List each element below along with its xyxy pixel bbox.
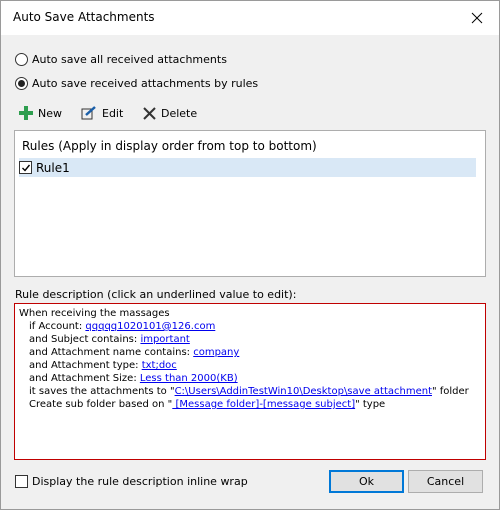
rule-description-box: When receiving the massages if Account: …: [14, 303, 486, 460]
radio-auto-save-by-rules[interactable]: Auto save received attachments by rules: [15, 77, 258, 90]
close-icon: [471, 12, 483, 24]
new-rule-button[interactable]: New: [19, 103, 62, 123]
subfolder-type-link[interactable]: [Message folder]-[message subject]: [172, 399, 355, 410]
title-bar: Auto Save Attachments: [1, 1, 499, 35]
atttype-prefix: and Attachment type:: [29, 360, 142, 371]
delete-label: Delete: [161, 106, 198, 120]
inline-wrap-checkbox[interactable]: [15, 475, 28, 488]
desc-line-attachment-size: and Attachment Size: Less than 2000(KB): [29, 373, 238, 384]
radio-auto-save-all[interactable]: Auto save all received attachments: [15, 53, 227, 66]
desc-line-account: if Account: qqqqq1020101@126.com: [29, 321, 215, 332]
rule-row-rule1[interactable]: Rule1: [19, 158, 476, 177]
desc-intro-text: When receiving the massages: [19, 308, 170, 319]
desc-line-save-folder: it saves the attachments to "C:\Users\Ad…: [29, 386, 469, 397]
rules-list[interactable]: Rules (Apply in display order from top t…: [14, 130, 486, 277]
rule1-checkbox[interactable]: [19, 161, 32, 174]
saves-prefix: it saves the attachments to ": [29, 386, 175, 397]
edit-rule-button[interactable]: Edit: [81, 103, 123, 123]
checkmark-icon: [21, 164, 30, 172]
radio-all-label: Auto save all received attachments: [32, 53, 227, 66]
account-prefix: if Account:: [29, 321, 86, 332]
inline-wrap-checkbox-row[interactable]: Display the rule description inline wrap: [15, 475, 248, 488]
radio-all-circle[interactable]: [15, 53, 28, 66]
new-label: New: [38, 106, 62, 120]
edit-icon: [81, 106, 96, 120]
desc-line-attachment-type: and Attachment type: txt;doc: [29, 360, 177, 371]
attsize-prefix: and Attachment Size:: [29, 373, 140, 384]
desc-line-intro: When receiving the massages: [19, 308, 170, 319]
ok-button[interactable]: Ok: [329, 470, 404, 493]
desc-line-subfolder: Create sub folder based on " [Message fo…: [29, 399, 385, 410]
radio-rules-circle[interactable]: [15, 77, 28, 90]
atttype-value-link[interactable]: txt;doc: [142, 360, 177, 371]
edit-label: Edit: [102, 106, 124, 120]
attname-value-link[interactable]: company: [193, 347, 239, 358]
rule-description-label: Rule description (click an underlined va…: [15, 288, 297, 301]
delete-rule-button[interactable]: Delete: [143, 103, 197, 123]
radio-rules-label: Auto save received attachments by rules: [32, 77, 259, 90]
subfolder-suffix: " type: [355, 399, 386, 410]
rules-list-header: Rules (Apply in display order from top t…: [22, 139, 317, 153]
auto-save-attachments-dialog: Auto Save Attachments Auto save all rece…: [0, 0, 500, 510]
rule1-label: Rule1: [36, 160, 70, 175]
delete-x-icon: [143, 106, 156, 120]
desc-line-attachment-name: and Attachment name contains: company: [29, 347, 239, 358]
subfolder-prefix: Create sub folder based on ": [29, 399, 173, 410]
subject-prefix: and Subject contains:: [29, 334, 141, 345]
close-button[interactable]: [455, 1, 499, 35]
saves-suffix: " folder: [431, 386, 469, 397]
plus-icon: [19, 106, 33, 120]
attname-prefix: and Attachment name contains:: [29, 347, 194, 358]
cancel-button[interactable]: Cancel: [408, 470, 483, 493]
window-title: Auto Save Attachments: [13, 10, 155, 24]
account-value-link[interactable]: qqqqq1020101@126.com: [85, 321, 215, 332]
inline-wrap-label: Display the rule description inline wrap: [32, 475, 248, 488]
subject-value-link[interactable]: important: [140, 334, 189, 345]
desc-line-subject: and Subject contains: important: [29, 334, 190, 345]
save-folder-link[interactable]: C:\Users\AddinTestWin10\Desktop\save att…: [175, 386, 432, 397]
attsize-value-link[interactable]: Less than 2000(KB): [140, 373, 238, 384]
